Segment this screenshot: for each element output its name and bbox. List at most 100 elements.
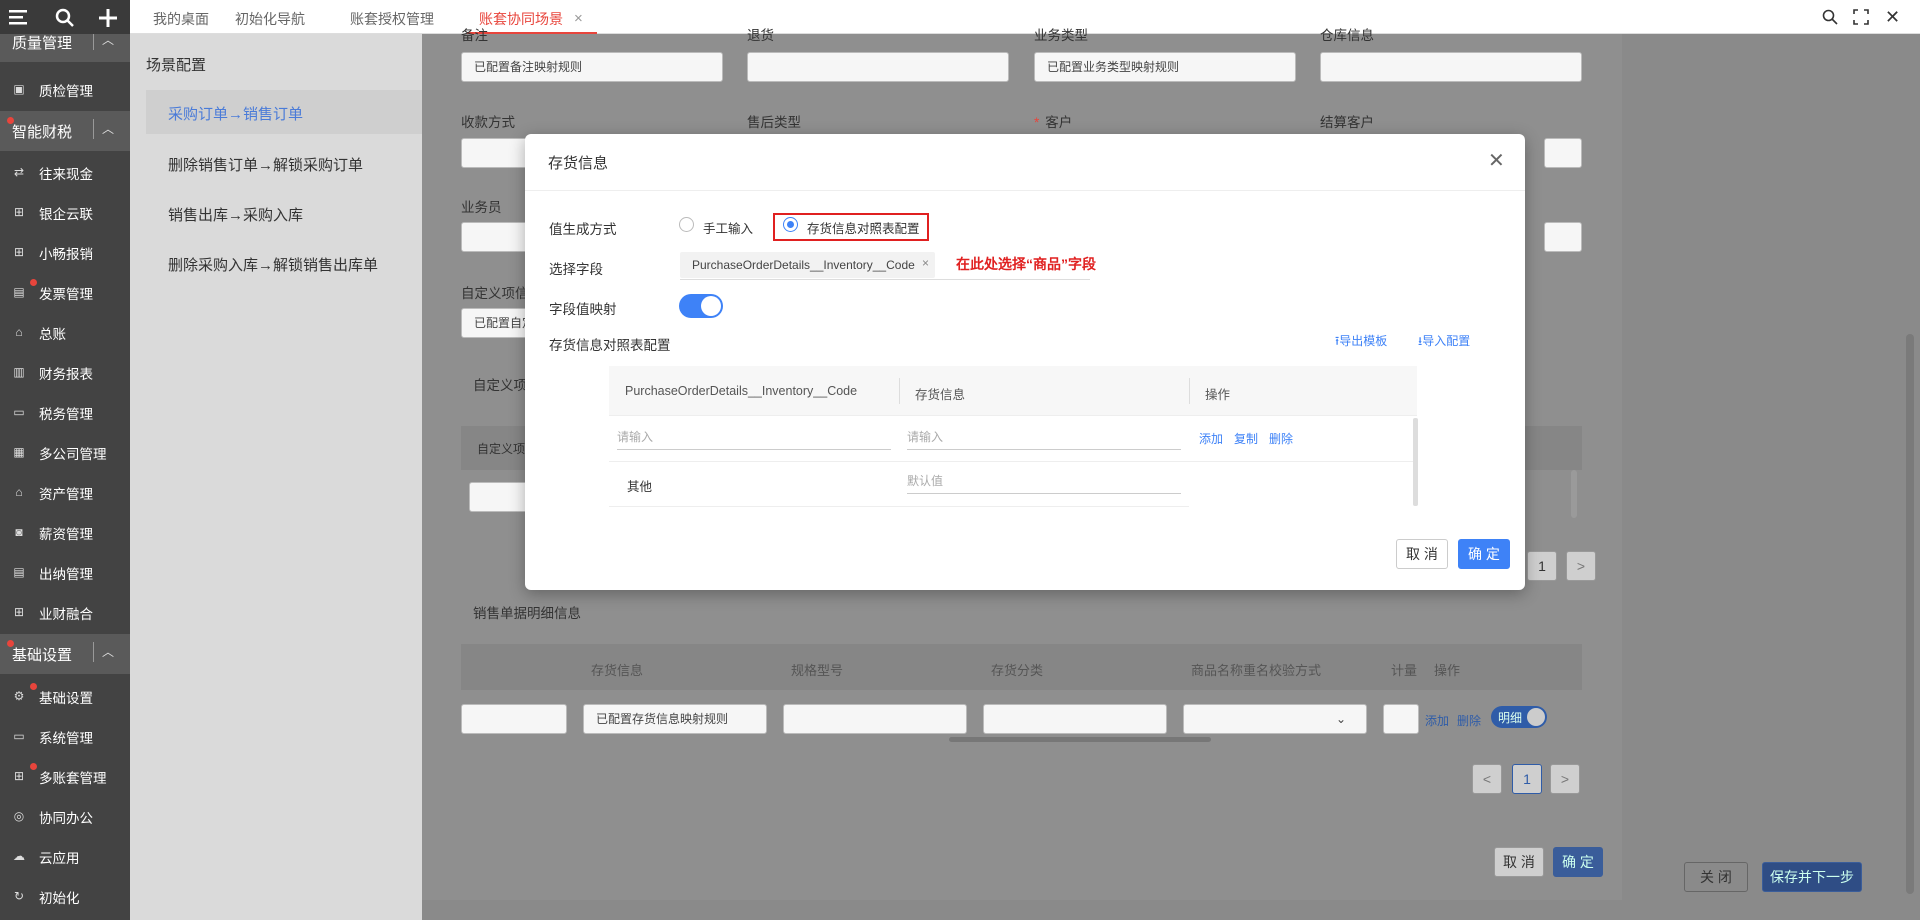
warehouse-field[interactable] [1320,52,1582,82]
category-field[interactable] [983,704,1167,734]
right-scrollbar[interactable] [1906,334,1914,894]
close-button[interactable]: 关 闭 [1684,862,1748,892]
select-field-label: 选择字段 [549,262,603,277]
default-value-input[interactable]: 默认值 [907,472,1181,494]
tab-init-nav[interactable]: 初始化导航 [235,0,305,34]
save-next-button[interactable]: 保存并下一步 [1762,862,1862,892]
sidebar-item-biz-fin[interactable]: ⊞ 业财融合 [0,592,130,632]
sidebar-item-bank[interactable]: ⊞ 银企云联 [0,192,130,232]
page-number[interactable]: 1 [1512,764,1542,794]
detail-add-link[interactable]: 添加 [1425,712,1449,729]
chevron-up-icon[interactable]: ︿ [93,642,114,662]
scene-item[interactable]: 删除销售订单→解锁采购订单 [168,154,363,175]
sidebar-item-cashier[interactable]: ▤ 出纳管理 [0,552,130,592]
sidebar-item-multi-account[interactable]: ⊞ 多账套管理 [0,756,130,796]
add-icon[interactable] [98,8,118,28]
biz-type-field[interactable]: 已配置业务类型映射规则 [1034,52,1296,82]
unit-field[interactable] [1383,704,1419,734]
sidebar-item-label: 基础设置 [39,691,93,706]
sidebar-item-init[interactable]: ↻ 初始化 [0,876,130,916]
inventory-info-field[interactable]: 已配置存货信息映射规则 [583,704,767,734]
other-field[interactable] [1544,222,1582,252]
search-icon[interactable] [1822,9,1838,25]
sidebar-group-finance[interactable]: 智能财税 ︿ [0,111,130,151]
sidebar-item-label: 系统管理 [39,731,93,746]
page-number[interactable]: 1 [1527,551,1557,581]
chevron-up-icon[interactable]: ︿ [93,34,114,50]
field-label: 售后类型 [747,115,801,130]
fullscreen-icon[interactable] [1853,9,1869,25]
sidebar-item-basic-settings[interactable]: ⚙ 基础设置 [0,676,130,716]
prev-page-button[interactable]: < [1472,764,1502,794]
form-cancel-button[interactable]: 取 消 [1494,847,1544,877]
sidebar-item-collab[interactable]: ◎ 协同办公 [0,796,130,836]
code-input[interactable]: 请输入 [617,428,891,450]
sidebar-item-system[interactable]: ▭ 系统管理 [0,716,130,756]
inventory-input[interactable]: 请输入 [907,428,1181,450]
close-icon[interactable]: × [574,0,583,38]
detail-toggle[interactable]: 明细 [1491,706,1547,728]
scene-item[interactable]: 删除采购入库→解锁销售出库单 [168,254,378,275]
accounts-icon: ⊞ [13,769,25,783]
sidebar-item-reports[interactable]: ▥ 财务报表 [0,352,130,392]
close-window-icon[interactable]: ✕ [1885,7,1900,28]
name-check-select[interactable]: ⌄ [1183,704,1367,734]
search-icon[interactable] [55,8,75,28]
dialog-ok-button[interactable]: 确 定 [1458,539,1510,569]
form-ok-button[interactable]: 确 定 [1553,847,1603,877]
sidebar-item-salary[interactable]: ◙ 薪资管理 [0,512,130,552]
sidebar-item-label: 云应用 [39,851,80,866]
delete-row-link[interactable]: 删除 [1269,430,1293,447]
horizontal-scrollbar[interactable] [949,737,1211,742]
remark-field[interactable]: 已配置备注映射规则 [461,52,723,82]
next-page-button[interactable]: > [1566,551,1596,581]
close-icon[interactable]: ✕ [1488,148,1505,173]
mapping-toggle[interactable] [679,294,723,318]
sidebar-item-label: 多公司管理 [39,447,107,462]
sidebar-item-invoice[interactable]: ▤ 发票管理 [0,272,130,312]
detail-delete-link[interactable]: 删除 [1457,712,1481,729]
building-icon: ▦ [13,445,25,459]
sidebar-item-quality-check[interactable]: ▣ 质检管理 [0,69,130,109]
dialog-divider [525,190,1525,191]
tab-my-desktop[interactable]: 我的桌面 [153,0,209,34]
table-scrollbar[interactable] [1413,418,1418,506]
copy-row-link[interactable]: 复制 [1234,430,1258,447]
sidebar-item-ledger[interactable]: ⌂ 总账 [0,312,130,352]
scrollbar[interactable] [1571,470,1577,518]
sidebar-group-quality[interactable]: 质量管理 ︿ [0,34,130,62]
dialog-cancel-button[interactable]: 取 消 [1396,539,1448,569]
sidebar-item-cash[interactable]: ⇄ 往来现金 [0,152,130,192]
scene-item[interactable]: 采购订单→销售订单 [168,103,303,124]
sidebar-item-multi-company[interactable]: ▦ 多公司管理 [0,432,130,472]
chevron-up-icon[interactable]: ︿ [93,119,114,139]
menu-icon[interactable] [9,8,29,26]
mapping-label: 字段值映射 [549,302,617,317]
export-template-link[interactable]: ⭱导出模板 [1335,332,1387,353]
sidebar-item-tax[interactable]: ▭ 税务管理 [0,392,130,432]
scene-item[interactable]: 销售出库→采购入库 [168,204,303,225]
import-config-link[interactable]: ⭳导入配置 [1418,332,1470,353]
sidebar-group-basic[interactable]: 基础设置 ︿ [0,634,130,674]
radio-label: 手工输入 [703,222,754,236]
column-header: 商品名称重名校验方式 [1191,663,1322,678]
group-label: 质量管理 [12,35,73,52]
return-field[interactable] [747,52,1009,82]
system-icon: ▭ [13,729,25,743]
spec-field[interactable] [783,704,967,734]
next-page-button[interactable]: > [1550,764,1580,794]
settle-customer-field[interactable] [1544,138,1582,168]
add-row-link[interactable]: 添加 [1199,430,1223,447]
tab-account-auth[interactable]: 账套授权管理 [350,0,434,34]
sidebar-item-expense[interactable]: ⊞ 小畅报销 [0,232,130,272]
tag-close-icon[interactable]: × [922,256,929,270]
exchange-icon: ⇄ [13,165,25,179]
cashier-icon: ▤ [13,565,25,579]
sidebar-item-cloud[interactable]: ☁ 云应用 [0,836,130,876]
custom-value-field[interactable] [469,482,529,512]
sidebar-item-label: 业财融合 [39,607,93,622]
salary-icon: ◙ [15,525,23,539]
column-header: 存货信息 [915,388,966,402]
detail-first-field[interactable] [461,704,567,734]
sidebar-item-assets[interactable]: ⌂ 资产管理 [0,472,130,512]
